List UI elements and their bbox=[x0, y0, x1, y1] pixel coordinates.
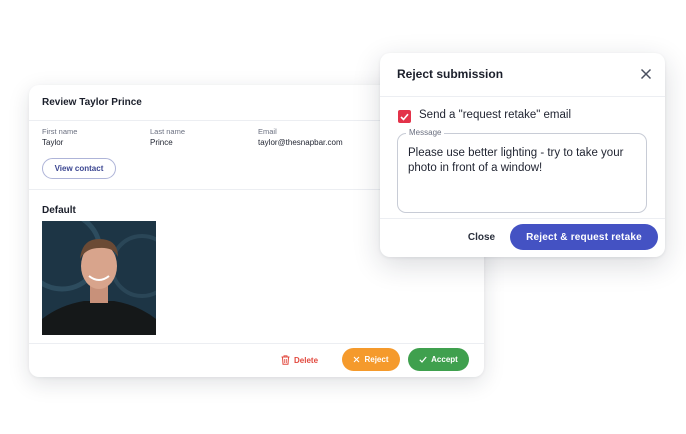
divider bbox=[29, 343, 484, 344]
modal-title: Reject submission bbox=[397, 67, 504, 81]
divider bbox=[380, 218, 665, 219]
email-label: Email bbox=[258, 127, 277, 136]
email-value: taylor@thesnapbar.com bbox=[258, 138, 343, 147]
reject-button[interactable]: Reject bbox=[342, 348, 400, 371]
person-photo-icon bbox=[42, 221, 156, 335]
accept-button[interactable]: Accept bbox=[408, 348, 469, 371]
divider bbox=[380, 96, 665, 97]
checkmark-icon bbox=[400, 113, 409, 121]
request-retake-label[interactable]: Send a "request retake" email bbox=[419, 109, 571, 121]
first-name-value: Taylor bbox=[42, 138, 64, 147]
reject-label: Reject bbox=[364, 355, 389, 364]
check-icon bbox=[419, 356, 427, 363]
request-retake-checkbox[interactable] bbox=[398, 110, 411, 123]
x-icon bbox=[354, 356, 360, 363]
reject-and-request-retake-button[interactable]: Reject & request retake bbox=[510, 224, 658, 250]
message-textarea[interactable]: Message Please use better lighting - try… bbox=[397, 128, 647, 213]
reject-submission-modal: Reject submission Send a "request retake… bbox=[380, 53, 665, 257]
first-name-label: First name bbox=[42, 127, 78, 136]
close-button[interactable]: Close bbox=[460, 229, 503, 246]
photo-section-title: Default bbox=[42, 205, 76, 216]
delete-label: Delete bbox=[294, 355, 319, 365]
trash-icon bbox=[281, 355, 290, 365]
view-contact-button[interactable]: View contact bbox=[42, 158, 116, 179]
accept-label: Accept bbox=[431, 355, 458, 364]
close-icon[interactable] bbox=[639, 67, 653, 81]
submission-photo[interactable] bbox=[42, 221, 156, 335]
last-name-label: Last name bbox=[150, 127, 186, 136]
message-label: Message bbox=[406, 128, 445, 137]
message-value[interactable]: Please use better lighting - try to take… bbox=[408, 146, 638, 176]
review-title: Review Taylor Prince bbox=[42, 97, 142, 108]
delete-button[interactable]: Delete bbox=[281, 351, 318, 369]
last-name-value: Prince bbox=[150, 138, 173, 147]
